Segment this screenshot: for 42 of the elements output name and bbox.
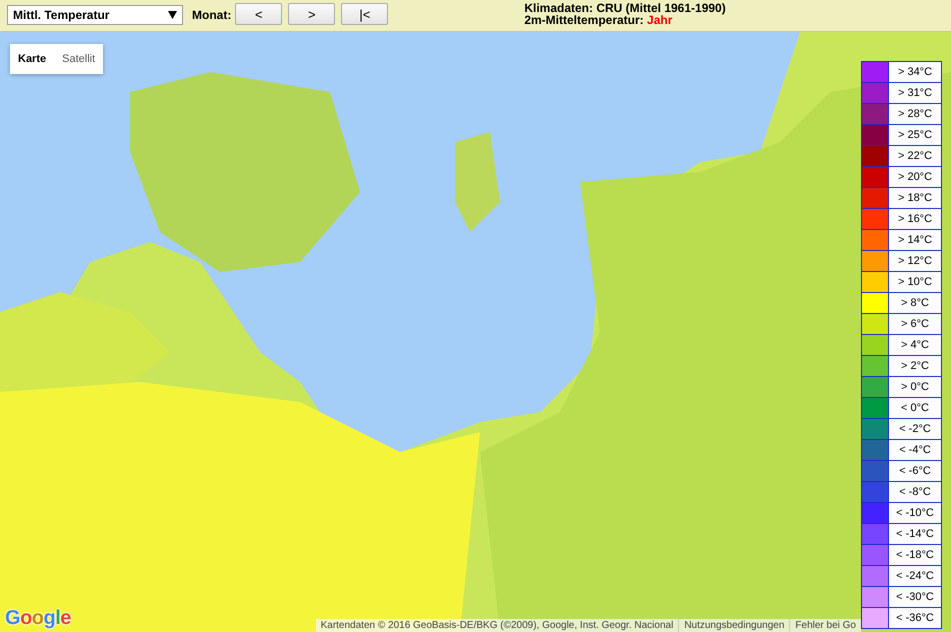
legend-label: > 2°C bbox=[889, 356, 942, 377]
legend-label: < -30°C bbox=[889, 587, 942, 608]
legend-label: > 34°C bbox=[889, 62, 942, 83]
map-footer-link[interactable]: Nutzungsbedingungen bbox=[678, 619, 790, 632]
period-value: Jahr bbox=[647, 13, 672, 27]
legend-label: < -2°C bbox=[889, 419, 942, 440]
legend-label: > 14°C bbox=[889, 230, 942, 251]
legend-label: > 0°C bbox=[889, 377, 942, 398]
legend-label: > 18°C bbox=[889, 188, 942, 209]
legend-label: > 25°C bbox=[889, 125, 942, 146]
month-button[interactable]: |< bbox=[341, 3, 388, 25]
map-type-tab[interactable]: Satellit bbox=[54, 44, 104, 74]
map-logo: Google bbox=[5, 607, 71, 630]
legend-label: > 6°C bbox=[889, 314, 942, 335]
month-label: Monat: bbox=[192, 8, 232, 22]
legend-label: < -4°C bbox=[889, 440, 942, 461]
legend-label: > 12°C bbox=[889, 251, 942, 272]
legend-label: > 22°C bbox=[889, 146, 942, 167]
map-footer-link[interactable]: Fehler bei Go bbox=[789, 619, 861, 632]
legend-label: < -10°C bbox=[889, 503, 942, 524]
dropdown-arrow-icon bbox=[168, 11, 177, 19]
map-data-attribution: Kartendaten © 2016 GeoBasis-DE/BKG (©2009), Google, Inst. Geogr. Nacional bbox=[316, 619, 678, 632]
legend-label: < -8°C bbox=[889, 482, 942, 503]
legend-label: < 0°C bbox=[889, 398, 942, 419]
legend-label: < -36°C bbox=[889, 608, 942, 629]
legend-label: > 4°C bbox=[889, 335, 942, 356]
parameter-dropdown[interactable]: Mittl. Temperatur bbox=[7, 5, 183, 25]
legend-label: < -14°C bbox=[889, 524, 942, 545]
map-type-tab[interactable]: Karte bbox=[10, 44, 54, 74]
legend-label: < -24°C bbox=[889, 566, 942, 587]
legend-label: > 10°C bbox=[889, 272, 942, 293]
legend-label: < -18°C bbox=[889, 545, 942, 566]
legend-label: > 20°C bbox=[889, 167, 942, 188]
climate-data-title: Klimadaten: CRU (Mittel 1961-1990) bbox=[524, 2, 726, 14]
legend-label: > 16°C bbox=[889, 209, 942, 230]
legend-label: > 31°C bbox=[889, 83, 942, 104]
month-button[interactable]: > bbox=[288, 3, 336, 25]
legend-label: > 8°C bbox=[889, 293, 942, 314]
variable-label: 2m-Mitteltemperatur: bbox=[524, 13, 644, 27]
legend-label: < -6°C bbox=[889, 461, 942, 482]
month-button[interactable]: < bbox=[235, 3, 282, 25]
legend-label: > 28°C bbox=[889, 104, 942, 125]
